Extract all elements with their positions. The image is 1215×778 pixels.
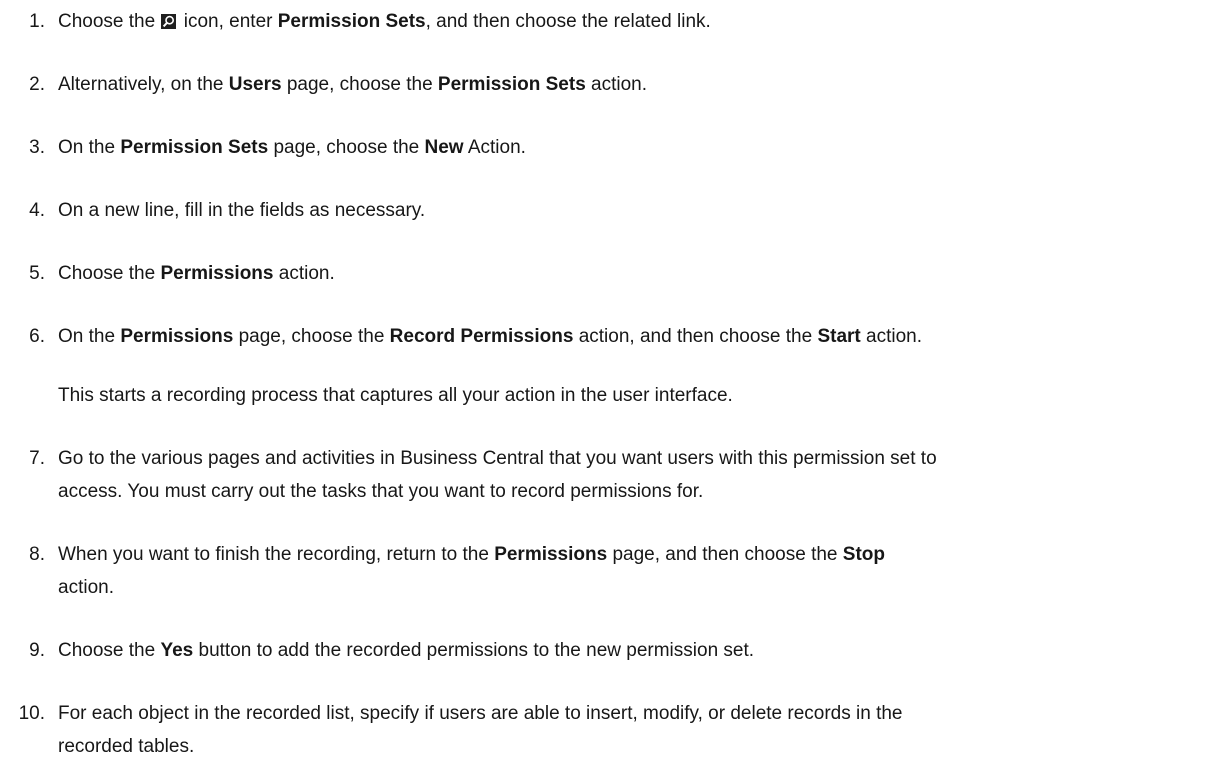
step-text: Choose the icon, enter Permission Sets, … — [58, 6, 711, 38]
ui-term: Permissions — [160, 263, 274, 284]
step-number: 6. — [29, 326, 45, 347]
text-run: action, and then choose the — [573, 326, 818, 347]
ui-term: New — [424, 137, 464, 158]
step-number: 10. — [18, 703, 45, 724]
ui-term: Permission Sets — [437, 74, 586, 95]
ui-term: Users — [228, 74, 282, 95]
text-run: icon, enter — [178, 11, 278, 32]
text-run: action. — [860, 326, 922, 347]
text-run: button to add the recorded permissions t… — [193, 640, 755, 661]
text-run: On a new line, fill in the fields as nec… — [58, 200, 426, 221]
step-7-continuation: access. You must carry out the tasks tha… — [58, 481, 704, 502]
step-text: Choose the Permissions action. — [58, 258, 335, 290]
ui-term: Yes — [160, 640, 194, 661]
step-number: 3. — [29, 137, 45, 158]
text-run: Choose the — [58, 640, 161, 661]
text-run: page, and then choose the — [607, 544, 843, 565]
ui-term: Stop — [842, 544, 885, 565]
ui-term: Permissions — [120, 326, 234, 347]
text-run: On the — [58, 326, 121, 347]
step-number: 7. — [29, 448, 45, 469]
text-run: When you want to finish the recording, r… — [58, 544, 495, 565]
ui-term: Permission Sets — [277, 11, 426, 32]
text-run: , and then choose the related link. — [425, 11, 711, 32]
step-number: 4. — [29, 200, 45, 221]
text-run: action. — [273, 263, 335, 284]
step-number: 8. — [29, 544, 45, 565]
text-run: action. — [585, 74, 648, 95]
step-text: On the Permission Sets page, choose the … — [58, 132, 526, 164]
step-10-continuation: recorded tables. — [58, 736, 195, 757]
step-text: Go to the various pages and activities i… — [58, 448, 937, 469]
step-number: 5. — [29, 263, 45, 284]
search-icon[interactable] — [161, 14, 177, 29]
document: 1. Choose the icon, enter Permission Set… — [0, 0, 1215, 778]
text-run: Choose the — [58, 263, 161, 284]
step-6-note: This starts a recording process that cap… — [58, 385, 733, 406]
text-run: page, choose the — [268, 137, 425, 158]
step-text: When you want to finish the recording, r… — [58, 539, 885, 571]
step-text: For each object in the recorded list, sp… — [58, 703, 903, 724]
step-number: 9. — [29, 640, 45, 661]
step-text: Choose the Yes button to add the recorde… — [58, 635, 754, 667]
ui-term: Start — [817, 326, 861, 347]
text-run: Action. — [463, 137, 526, 158]
step-text: On a new line, fill in the fields as nec… — [58, 195, 425, 227]
step-number: 1. — [29, 11, 45, 32]
text-run: page, choose the — [233, 326, 390, 347]
step-text: Alternatively, on the Users page, choose… — [58, 69, 647, 101]
text-run: Choose the — [58, 11, 161, 32]
step-text: On the Permissions page, choose the Reco… — [58, 321, 922, 353]
step-number: 2. — [29, 74, 45, 95]
text-run: page, choose the — [281, 74, 438, 95]
ui-term: Permissions — [494, 544, 608, 565]
text-run: On the — [58, 137, 121, 158]
ui-term: Record Permissions — [389, 326, 574, 347]
ui-term: Permission Sets — [120, 137, 269, 158]
step-8-continuation: action. — [58, 577, 114, 598]
text-run: Alternatively, on the — [58, 74, 229, 95]
